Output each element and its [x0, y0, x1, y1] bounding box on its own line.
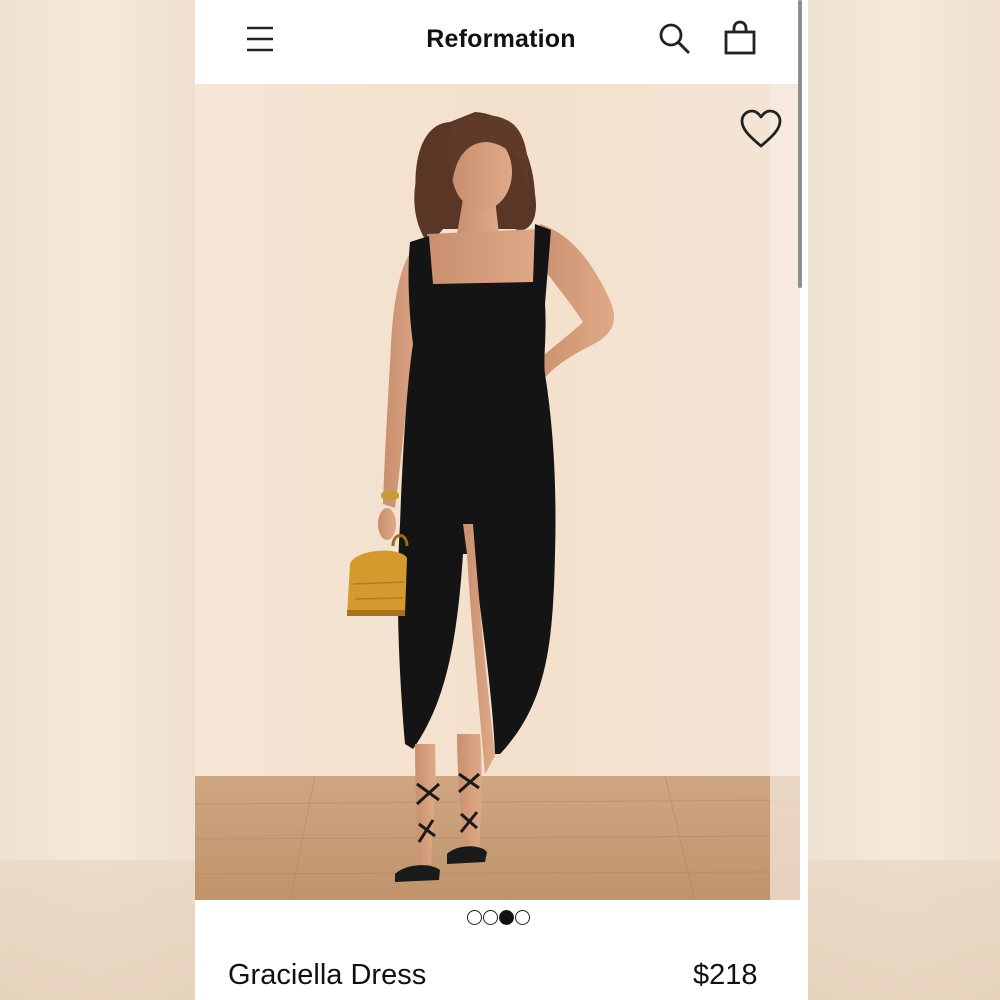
product-image[interactable] [195, 84, 800, 900]
pagination-dot[interactable] [515, 910, 530, 925]
hamburger-menu-icon[interactable] [245, 24, 275, 54]
top-navigation-bar: Reformation [195, 0, 808, 84]
favorite-heart-icon[interactable] [739, 108, 783, 152]
pagination-dot-active[interactable] [499, 910, 514, 925]
phone-screen: Reformation Graciella Dress $218 [195, 0, 808, 1000]
background-right [808, 0, 1000, 1000]
scrollbar[interactable] [798, 0, 802, 288]
search-icon[interactable] [657, 20, 693, 56]
pagination-dot[interactable] [483, 910, 498, 925]
product-price: $218 [693, 959, 758, 991]
brand-logo[interactable]: Reformation [395, 22, 607, 56]
image-pagination [467, 910, 530, 928]
pagination-dot[interactable] [467, 910, 482, 925]
product-name: Graciella Dress [228, 959, 427, 991]
background-left [0, 0, 195, 1000]
shopping-bag-icon[interactable] [722, 20, 758, 56]
